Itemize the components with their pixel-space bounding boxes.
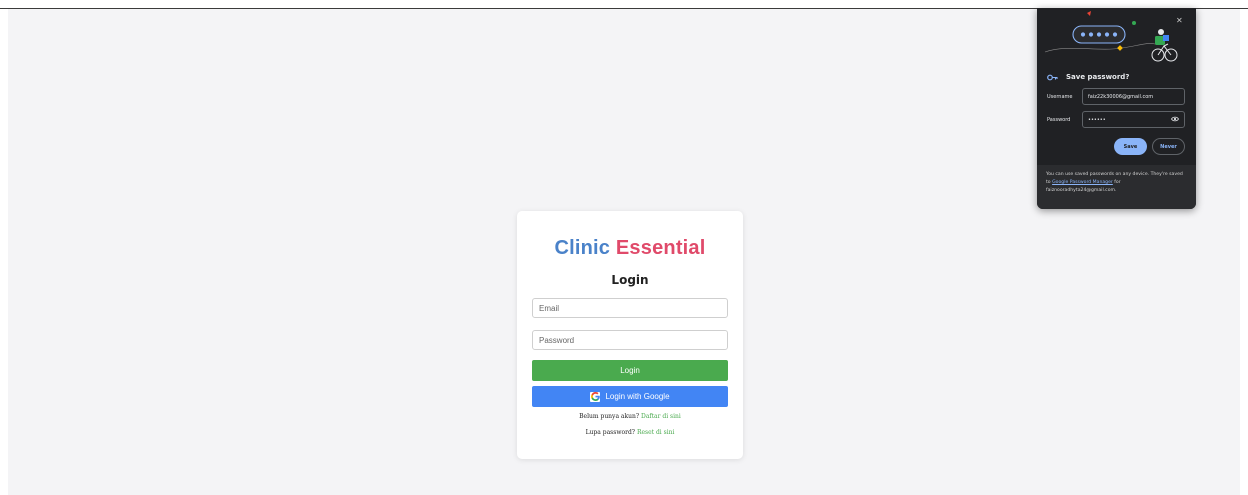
google-icon [590,391,601,402]
email-input[interactable] [532,298,728,318]
popup-header: Save password? [1047,73,1129,81]
key-icon [1047,74,1058,80]
password-value: •••••• [1088,116,1106,123]
save-password-popup: ✕ Save password? Username faiz22k30006@g… [1037,8,1196,209]
login-card: Clinic Essential Login Login Login with … [517,211,743,459]
google-login-label: Login with Google [605,392,670,401]
brand-part-essential: Essential [615,237,706,259]
username-label: Username [1047,94,1073,100]
save-button[interactable]: Save [1114,138,1147,155]
popup-footer: You can use saved passwords on any devic… [1037,165,1196,209]
reset-password-link[interactable]: Reset di sini [637,429,674,436]
username-field[interactable]: faiz22k30006@gmail.com [1082,88,1185,105]
brand-part-clinic: Clinic [554,237,611,259]
footer-account: faiznooradhyta24@gmail.com. [1046,188,1117,193]
register-link[interactable]: Daftar di sini [641,413,681,420]
eye-icon[interactable] [1171,116,1179,122]
never-button[interactable]: Never [1152,138,1185,155]
password-illustration [1044,11,1178,62]
forgot-password-line: Lupa password? Reset di sini [517,429,743,436]
forgot-prompt: Lupa password? [585,429,636,436]
login-button[interactable]: Login [532,360,728,381]
password-manager-link[interactable]: Google Password Manager [1052,180,1113,185]
login-heading: Login [611,273,649,287]
popup-title: Save password? [1066,73,1130,81]
google-login-button[interactable]: Login with Google [532,386,728,407]
footer-text-2: for [1114,180,1121,185]
password-input[interactable] [532,330,728,350]
password-field[interactable]: •••••• [1082,111,1185,128]
close-icon[interactable]: ✕ [1176,16,1183,25]
brand-title: Clinic Essential [517,237,743,260]
username-value: faiz22k30006@gmail.com [1088,93,1154,100]
register-prompt: Belum punya akun? [579,413,640,420]
password-label: Password [1047,117,1071,123]
register-line: Belum punya akun? Daftar di sini [517,413,743,420]
login-button-label: Login [620,366,640,375]
